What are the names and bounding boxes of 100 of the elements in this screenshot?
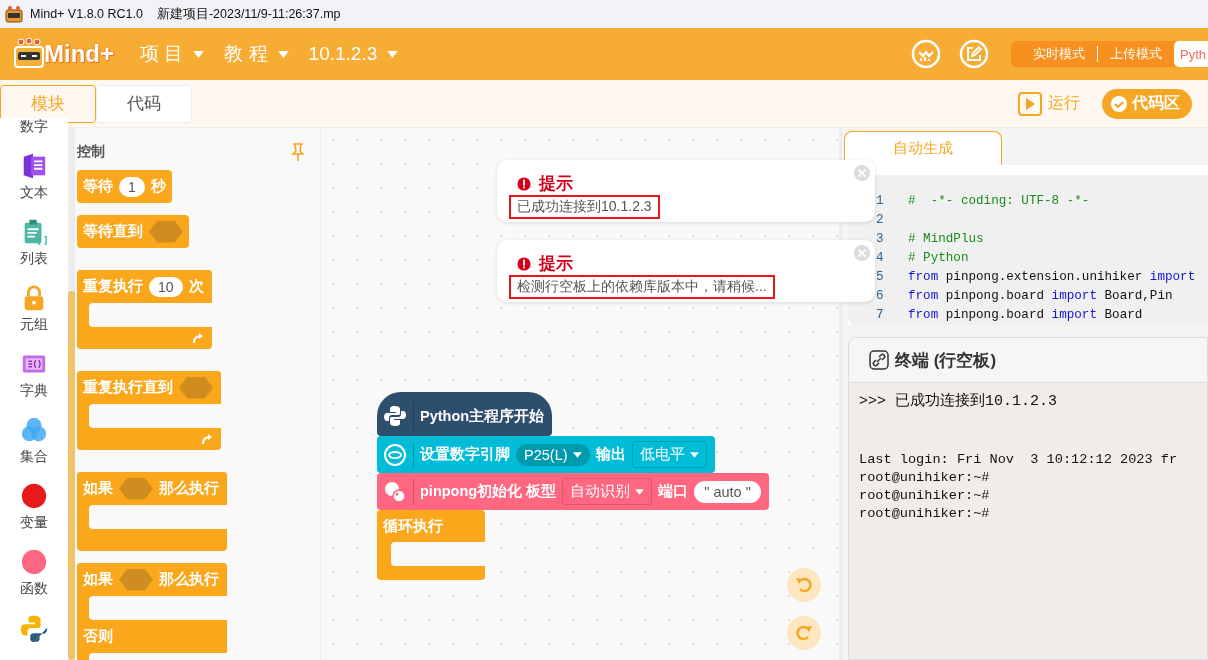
block-label: 重复执行直到	[83, 378, 173, 397]
c-block[interactable]: 如果 那么执行 否则	[77, 563, 227, 660]
block-label: 等待	[83, 177, 113, 196]
code-line: from pinpong.board import Board,Pin	[908, 288, 1173, 303]
mode-tab[interactable]: 实时模式	[1021, 41, 1097, 67]
number-input[interactable]: 1	[119, 176, 145, 197]
run-button[interactable]: 运行	[1012, 90, 1086, 117]
block-label: 如果	[83, 570, 113, 589]
code-editor[interactable]: 1 # -*- coding: UTF-8 -*- 2 3 # MindPlus 4 # Python 5 from pinpong.extension.unihiker import 6 from pinpong.board import Board,Pin 7 from pinpong.board import Board	[848, 175, 1208, 325]
redo-button[interactable]	[787, 616, 821, 650]
code-tab[interactable]: 自动生成	[844, 131, 1002, 165]
block-label: 那么执行	[159, 479, 219, 498]
code-line: from pinpong.extension.unihiker import	[908, 269, 1196, 284]
warning-icon	[517, 256, 531, 271]
code-area-button[interactable]: 代码区	[1102, 88, 1192, 119]
loop-arrow-icon	[201, 433, 213, 445]
check-icon	[1110, 94, 1128, 113]
warning-icon	[517, 176, 531, 191]
line-number: 2	[876, 212, 885, 227]
dropdown[interactable]: 自动识别	[562, 478, 653, 505]
block-label: 重复执行	[83, 277, 143, 296]
code-block[interactable]: pinpong初始化 板型 自动识别 端口 " auto "	[377, 473, 769, 510]
caret-icon	[193, 50, 205, 58]
text-input[interactable]: " auto "	[694, 480, 761, 503]
caret-icon	[689, 451, 699, 458]
code-line: # Python	[908, 250, 969, 265]
number-input[interactable]: 10	[149, 276, 183, 297]
code-block[interactable]: 等待 1 秒	[77, 170, 172, 203]
line-number: 7	[876, 307, 885, 322]
terminal-line: root@unihiker:~#	[859, 505, 991, 523]
block-label: 端口	[658, 482, 689, 501]
app-logo: Mind+	[44, 40, 114, 68]
chart-icon[interactable]	[911, 39, 941, 69]
c-block[interactable]: 循环执行	[377, 510, 485, 580]
line-number: 3	[876, 231, 885, 246]
caret-icon	[387, 50, 399, 58]
window-title: Mind+ V1.8.0 RC1.0	[30, 7, 143, 21]
line-number: 5	[876, 269, 885, 284]
code-line: # -*- coding: UTF-8 -*-	[908, 193, 1090, 208]
category-title: 控制	[77, 143, 105, 161]
file-name: 新建项目-2023/11/9-11:26:37.mp	[156, 5, 341, 23]
play-icon	[1018, 91, 1042, 116]
pin-dropdown[interactable]: P25(L)	[516, 443, 590, 466]
mode-tab[interactable]: 上传模式	[1098, 41, 1174, 67]
terminal-output[interactable]: >>> 已成功连接到10.1.2.3 Last login: Fri Nov 3 10:12:12 2023 fr root@unihiker:~# root@unihiker:~# root@unihiker:~#	[849, 383, 1207, 659]
block-label: 输出	[595, 445, 626, 464]
mode-tab[interactable]: Pyth	[1174, 41, 1208, 67]
category-label[interactable]: 变量	[20, 514, 48, 532]
undo-icon	[794, 575, 814, 595]
menu-button[interactable]: 10.1.2.3	[300, 39, 407, 69]
block-label: 否则	[83, 627, 113, 646]
line-number: 4	[876, 250, 885, 265]
category-label[interactable]: 列表	[20, 250, 48, 268]
c-block[interactable]: 重复执行直到	[77, 371, 221, 450]
scrollbar-thumb[interactable]	[68, 291, 75, 660]
redo-icon	[794, 623, 814, 643]
terminal-line: >>> 已成功连接到10.1.2.3	[859, 391, 1059, 412]
robot-logo-icon	[12, 37, 46, 71]
python-icon	[383, 404, 407, 428]
notification-title: 提示	[539, 253, 573, 275]
c-block[interactable]: 如果 那么执行	[77, 472, 227, 551]
balls-icon	[383, 479, 407, 504]
code-block[interactable]: 设置数字引脚 P25(L) 输出 低电平	[377, 436, 715, 473]
category-dot[interactable]	[20, 548, 48, 576]
block-label: 设置数字引脚	[420, 445, 510, 464]
undo-button[interactable]	[787, 568, 821, 602]
code-block[interactable]: 等待直到	[77, 215, 189, 248]
python-icon[interactable]	[20, 614, 48, 642]
close-icon[interactable]	[853, 244, 871, 262]
category-dot[interactable]	[20, 482, 48, 510]
block-label: pinpong初始化 板型	[420, 482, 557, 501]
menu-button[interactable]: 教 程	[216, 37, 297, 71]
block-label: 秒	[150, 177, 166, 196]
code-block[interactable]: Python主程序开始	[377, 392, 553, 436]
category-label[interactable]: 函数	[20, 580, 48, 598]
code-line: from pinpong.board import Board	[908, 307, 1143, 322]
category-label[interactable]: 集合	[20, 448, 48, 466]
block-label: 如果	[83, 479, 113, 498]
line-number: 1	[876, 193, 885, 208]
c-block[interactable]: 重复执行 10 次	[77, 270, 212, 349]
terminal-line: root@unihiker:~#	[859, 469, 991, 487]
edit-icon[interactable]	[959, 39, 989, 69]
dropdown[interactable]: 低电平	[631, 441, 707, 468]
notification-title: 提示	[539, 173, 573, 195]
caret-icon	[635, 488, 645, 495]
block-label: Python主程序开始	[420, 406, 545, 426]
ring-icon	[383, 442, 407, 467]
view-tab[interactable]: 代码	[96, 84, 192, 123]
category-label[interactable]: 文本	[20, 184, 48, 202]
notification-message: 检测行空板上的依赖库版本中，请稍候...	[509, 275, 775, 299]
loop-arrow-icon	[191, 332, 204, 344]
menu-button[interactable]: 项 目	[132, 37, 213, 71]
code-line: # MindPlus	[908, 231, 984, 246]
category-label[interactable]: 字典	[20, 382, 48, 400]
robot-icon	[4, 5, 24, 23]
pin-icon[interactable]	[290, 142, 306, 162]
venn-icon[interactable]	[20, 416, 48, 444]
terminal-line: Last login: Fri Nov 3 10:12:12 2023 fr	[859, 451, 1179, 469]
category-label[interactable]: 元组	[20, 316, 48, 334]
close-icon[interactable]	[853, 164, 871, 182]
